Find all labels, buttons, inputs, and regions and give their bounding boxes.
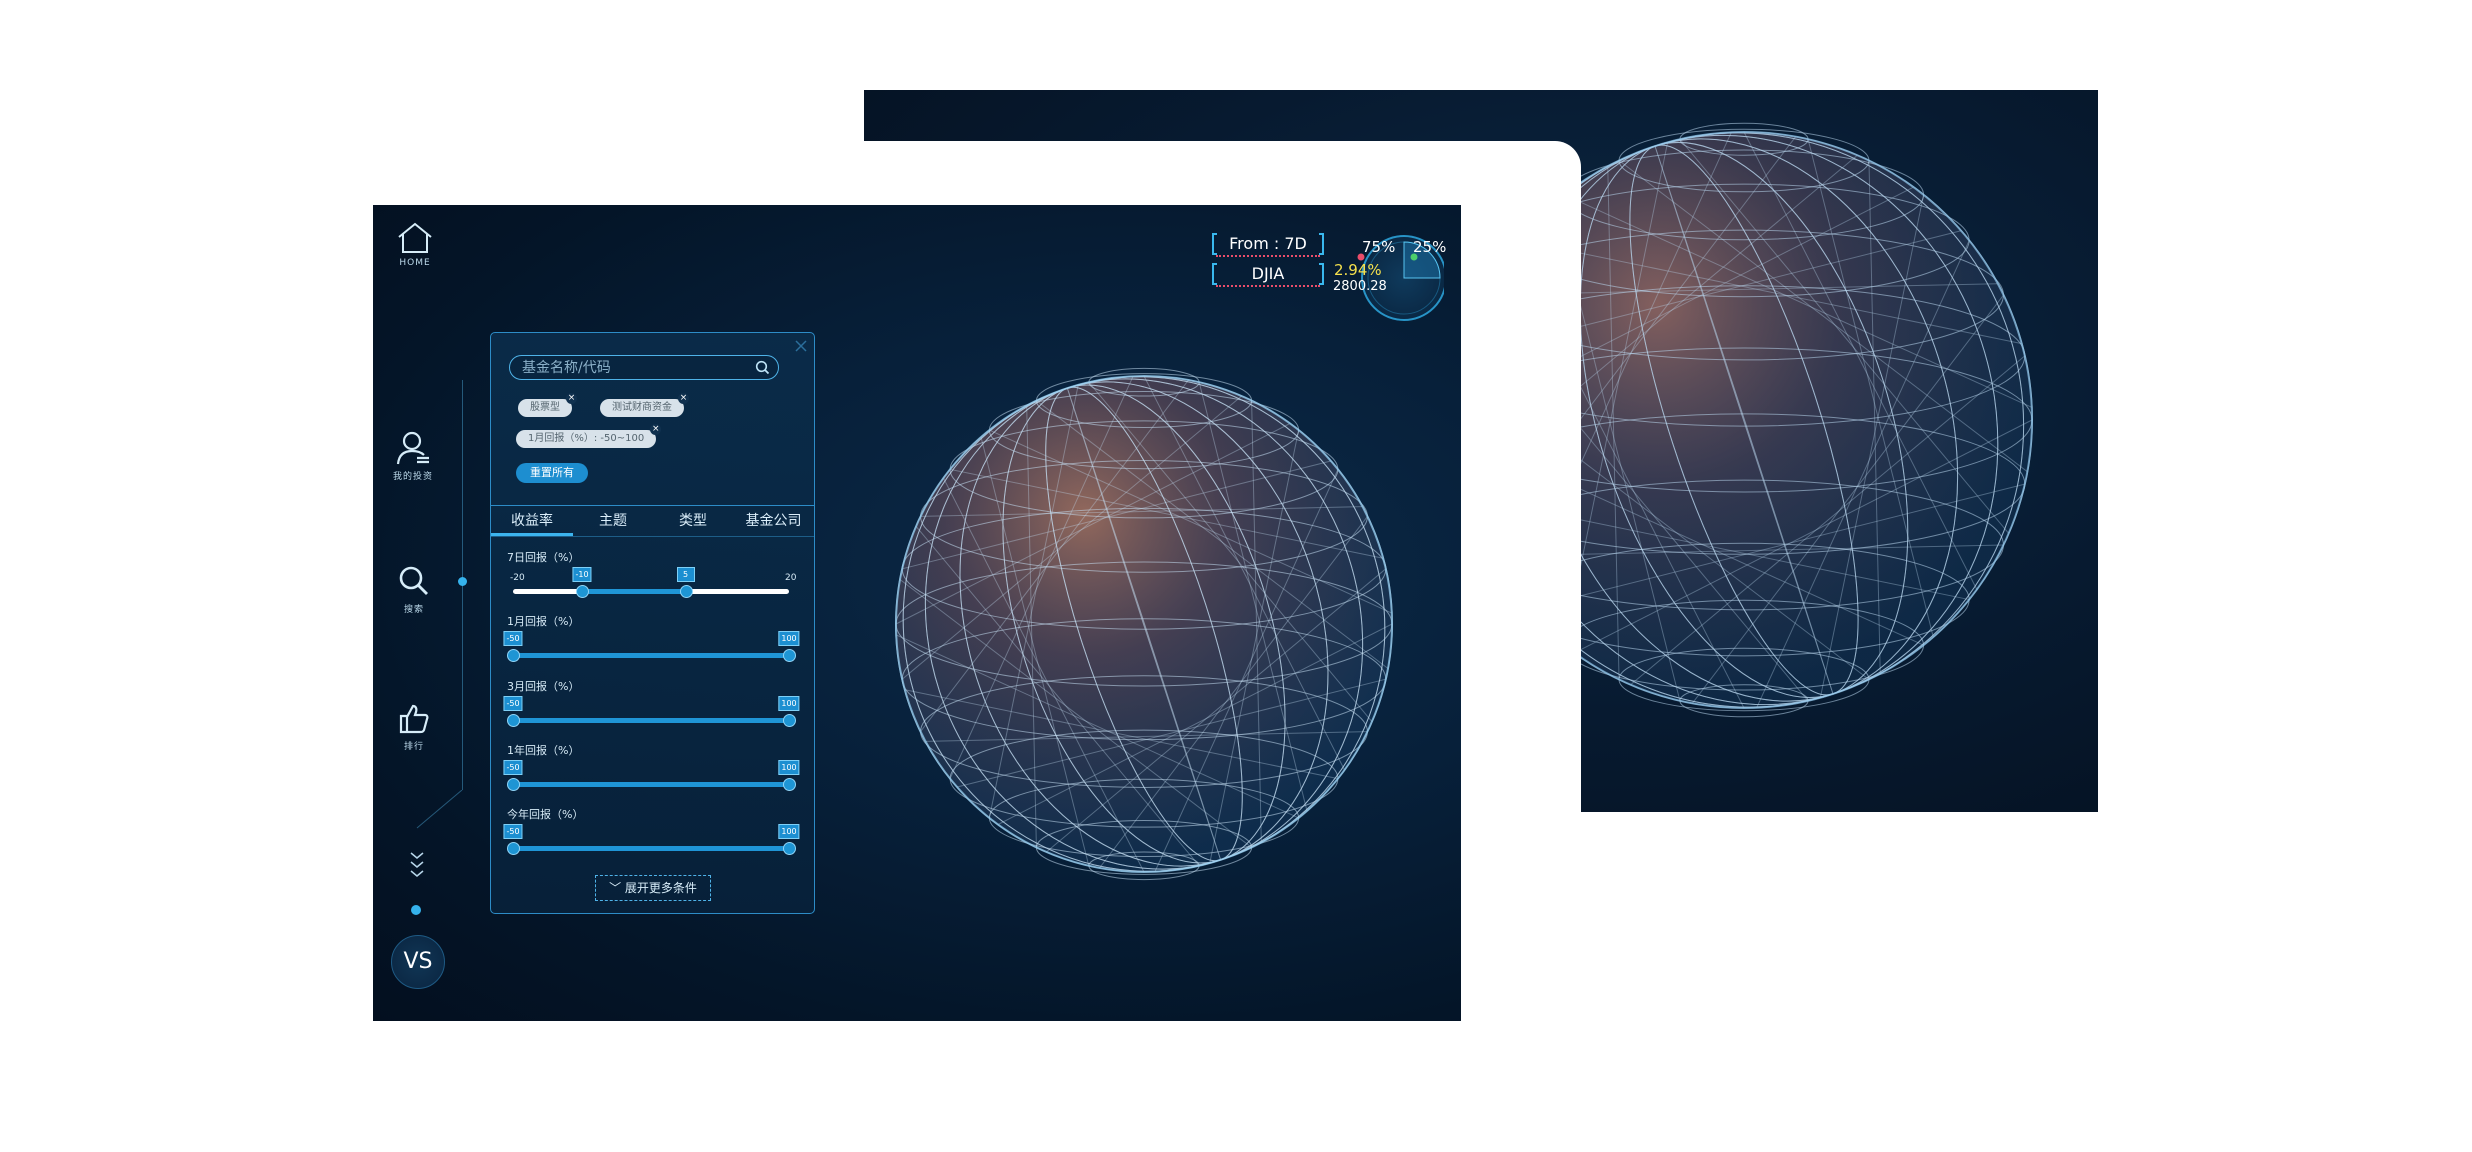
range-value-bubble: -10 (572, 567, 592, 582)
expand-more-label: 展开更多条件 (624, 881, 697, 895)
left-percentage: 75% (1362, 238, 1396, 256)
range-value-bubble: 100 (778, 824, 800, 839)
range-title: 7日回报（%） (507, 551, 580, 564)
filter-tag-label: 测试财商资金 (612, 402, 672, 413)
range-low-handle[interactable] (507, 778, 520, 791)
scroll-indicator-dot (411, 905, 421, 915)
range-value-bubble: -50 (503, 760, 523, 775)
range-fill (582, 589, 686, 594)
range-low-handle[interactable] (507, 649, 520, 662)
range-title: 1月回报（%） (507, 615, 580, 628)
search-icon (399, 566, 428, 595)
reset-all-button[interactable]: 重置所有 (516, 463, 588, 483)
filter-tag[interactable]: 股票型 × (518, 393, 577, 417)
range-min-label: -20 (510, 573, 525, 583)
range-low-handle[interactable] (507, 842, 520, 855)
user-icon (396, 431, 429, 465)
range-fill (513, 653, 789, 658)
range-value-bubble: -50 (503, 824, 523, 839)
range-low-handle[interactable] (507, 714, 520, 727)
tab-fund-company[interactable]: 基金公司 (733, 506, 814, 536)
range-high-handle[interactable] (783, 842, 796, 855)
range-fill (513, 846, 789, 851)
remove-tag-icon[interactable]: × (650, 424, 662, 435)
nav-search-label: 搜索 (403, 605, 424, 615)
nav-ranking[interactable]: 排行 (397, 702, 431, 752)
nav-search[interactable]: 搜索 (396, 563, 432, 615)
range-value-bubble: -50 (503, 631, 523, 646)
filter-tag-label: 1月回报（%）: -50~100 (528, 433, 645, 444)
tab-type[interactable]: 类型 (653, 506, 733, 536)
tab-yield[interactable]: 收益率 (491, 506, 573, 536)
search-input[interactable] (520, 357, 752, 379)
range-high-handle[interactable] (783, 714, 796, 727)
nav-active-indicator (458, 577, 467, 586)
right-percentage: 25% (1413, 238, 1447, 256)
range-max-label: 20 (785, 573, 797, 583)
range-slider[interactable]: -10 5 (513, 567, 789, 598)
tab-theme[interactable]: 主题 (573, 506, 653, 536)
expand-more-button[interactable]: ﹀ 展开更多条件 (595, 875, 711, 901)
range-title: 今年回报（%） (507, 808, 584, 821)
search-field[interactable] (509, 355, 779, 380)
nav-rail-corner (416, 790, 463, 829)
close-icon[interactable] (794, 339, 808, 353)
range-high-handle[interactable] (679, 585, 693, 598)
range-slider[interactable]: -50 100 (503, 696, 800, 727)
vs-button[interactable]: VS (391, 935, 445, 989)
range-high-handle[interactable] (783, 649, 796, 662)
range-fill (513, 718, 789, 723)
range-value-bubble: 100 (778, 760, 800, 775)
range-slider[interactable]: -50 100 (503, 824, 800, 855)
nav-portfolio[interactable]: 我的投资 (393, 430, 433, 482)
scroll-down-chevrons-icon[interactable] (408, 850, 426, 880)
filter-tag[interactable]: 1月回报（%）: -50~100 × (516, 424, 662, 448)
index-value: 2800.28 (1333, 279, 1387, 294)
range-value-bubble: 100 (778, 696, 800, 711)
home-icon (398, 222, 432, 253)
index-label: DJIA (1251, 264, 1285, 283)
search-icon[interactable] (755, 360, 770, 375)
filter-panel: 股票型 × 测试财商资金 × 1月回报（%）: -50~100 × 重置所有 收… (490, 332, 815, 914)
range-title: 3月回报（%） (507, 680, 580, 693)
nav-home-label: HOME (399, 258, 431, 268)
range-fill (513, 782, 789, 787)
main-screen: HOME 我的投资 搜索 排行 VS 基金名称/代码 股票型 × 测试财商资金 … (373, 205, 1461, 1021)
range-high-handle[interactable] (783, 778, 796, 791)
index-change: 2.94% (1334, 261, 1382, 279)
remove-tag-icon[interactable]: × (566, 393, 577, 404)
filter-tabs: 收益率 主题 类型 基金公司 (491, 505, 814, 537)
filter-tag-label: 股票型 (530, 402, 560, 413)
nav-portfolio-label: 我的投资 (393, 472, 434, 482)
remove-tag-icon[interactable]: × (678, 393, 689, 404)
nav-home[interactable]: HOME (395, 221, 435, 268)
range-value-bubble: 5 (676, 567, 695, 582)
range-value-bubble: -50 (503, 696, 523, 711)
nav-ranking-label: 排行 (403, 742, 424, 752)
range-low-handle[interactable] (576, 585, 589, 598)
chevron-down-icon: ﹀ (609, 881, 625, 895)
range-slider[interactable]: -50 100 (503, 631, 800, 662)
thumbs-up-icon (399, 704, 429, 734)
range-slider[interactable]: -50 100 (503, 760, 800, 791)
range-title: 1年回报（%） (507, 744, 580, 757)
filter-tag[interactable]: 测试财商资金 × (600, 393, 689, 417)
range-value-bubble: 100 (778, 631, 800, 646)
